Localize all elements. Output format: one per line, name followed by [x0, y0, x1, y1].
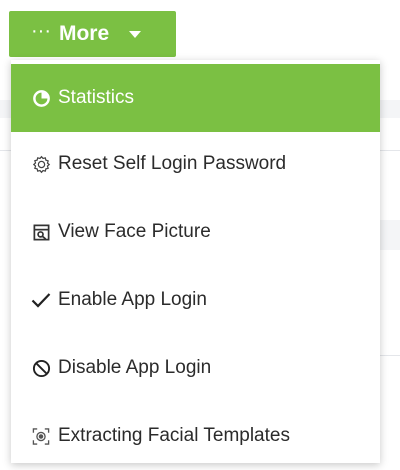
menu-item-label: Enable App Login	[58, 289, 207, 310]
prohibited-icon	[31, 358, 51, 378]
face-scan-icon	[31, 426, 51, 446]
face-picture-icon	[31, 222, 51, 242]
menu-item-label: Disable App Login	[58, 357, 212, 378]
menu-item-enable-app-login[interactable]: Enable App Login	[11, 266, 380, 334]
pie-chart-icon	[31, 88, 51, 108]
menu-item-disable-app-login[interactable]: Disable App Login	[11, 334, 380, 402]
more-button-label: More	[58, 22, 110, 45]
menu-item-view-face-picture[interactable]: View Face Picture	[11, 198, 380, 266]
gear-icon	[31, 154, 51, 174]
more-dropdown-menu: Statistics Reset Self Login Password Vie…	[11, 60, 380, 463]
more-button[interactable]: ··· More	[9, 11, 176, 57]
caret-down-icon	[129, 30, 142, 38]
background-panel	[380, 220, 400, 250]
background-divider	[380, 355, 400, 356]
menu-item-label: Reset Self Login Password	[58, 153, 287, 174]
menu-item-label: View Face Picture	[58, 221, 211, 242]
menu-item-label: Statistics	[58, 87, 135, 108]
menu-item-label: Extracting Facial Templates	[58, 425, 290, 446]
checkmark-icon	[31, 290, 51, 310]
menu-item-reset-self-login-password[interactable]: Reset Self Login Password	[11, 130, 380, 198]
menu-item-extracting-facial-templates[interactable]: Extracting Facial Templates	[11, 402, 380, 470]
menu-item-statistics[interactable]: Statistics	[11, 64, 380, 132]
more-dots-icon: ···	[31, 20, 51, 42]
